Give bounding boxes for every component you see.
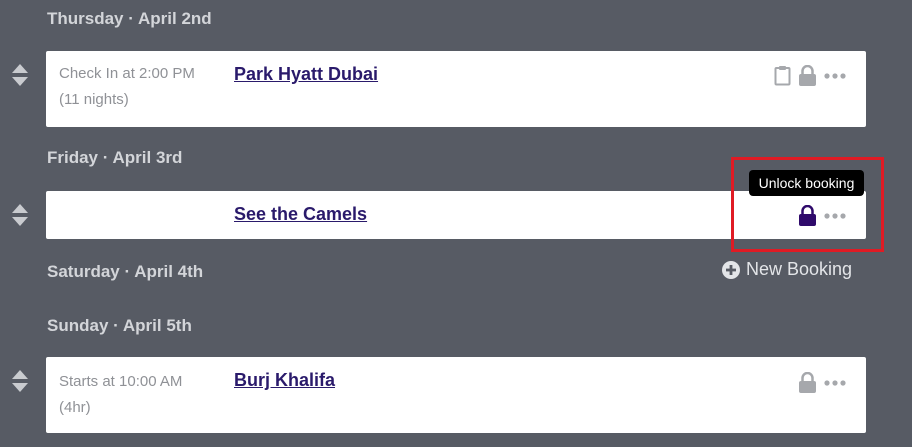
drag-handle-icon[interactable]	[11, 369, 29, 393]
plus-circle-icon	[722, 260, 740, 279]
highlight-box	[731, 157, 884, 252]
booking-title-link[interactable]: Park Hyatt Dubai	[234, 64, 378, 85]
clipboard-icon[interactable]	[774, 65, 791, 86]
more-icon[interactable]	[824, 72, 846, 79]
day-header-sunday: Sunday · April 5th	[47, 316, 192, 335]
booking-duration: (11 nights)	[59, 91, 129, 108]
day-header-thursday: Thursday · April 2nd	[47, 9, 212, 28]
booking-time: Check In at 2:00 PM	[59, 65, 195, 82]
new-booking-label: New Booking	[746, 259, 853, 279]
more-icon[interactable]	[824, 379, 846, 386]
booking-title-link[interactable]: Burj Khalifa	[234, 370, 335, 391]
booking-title-link[interactable]: See the Camels	[234, 204, 367, 225]
day-header-saturday: Saturday · April 4th	[47, 262, 204, 281]
booking-meta: Starts at 10:00 AM (4hr)	[59, 369, 182, 421]
drag-handle-icon[interactable]	[11, 63, 29, 87]
lock-icon[interactable]	[798, 372, 817, 393]
drag-handle-icon[interactable]	[11, 203, 29, 227]
booking-actions	[798, 372, 846, 393]
booking-time: Starts at 10:00 AM	[59, 373, 183, 390]
booking-actions	[774, 65, 846, 86]
new-booking-button[interactable]: New Booking	[722, 259, 852, 280]
booking-card-park-hyatt[interactable]: Check In at 2:00 PM (11 nights) Park Hya…	[46, 51, 866, 127]
booking-card-burj-khalifa[interactable]: Starts at 10:00 AM (4hr) Burj Khalifa	[46, 357, 866, 433]
day-header-friday: Friday · April 3rd	[47, 148, 183, 167]
booking-meta: Check In at 2:00 PM (11 nights)	[59, 61, 195, 113]
booking-duration: (4hr)	[59, 399, 91, 416]
lock-icon[interactable]	[798, 65, 817, 86]
